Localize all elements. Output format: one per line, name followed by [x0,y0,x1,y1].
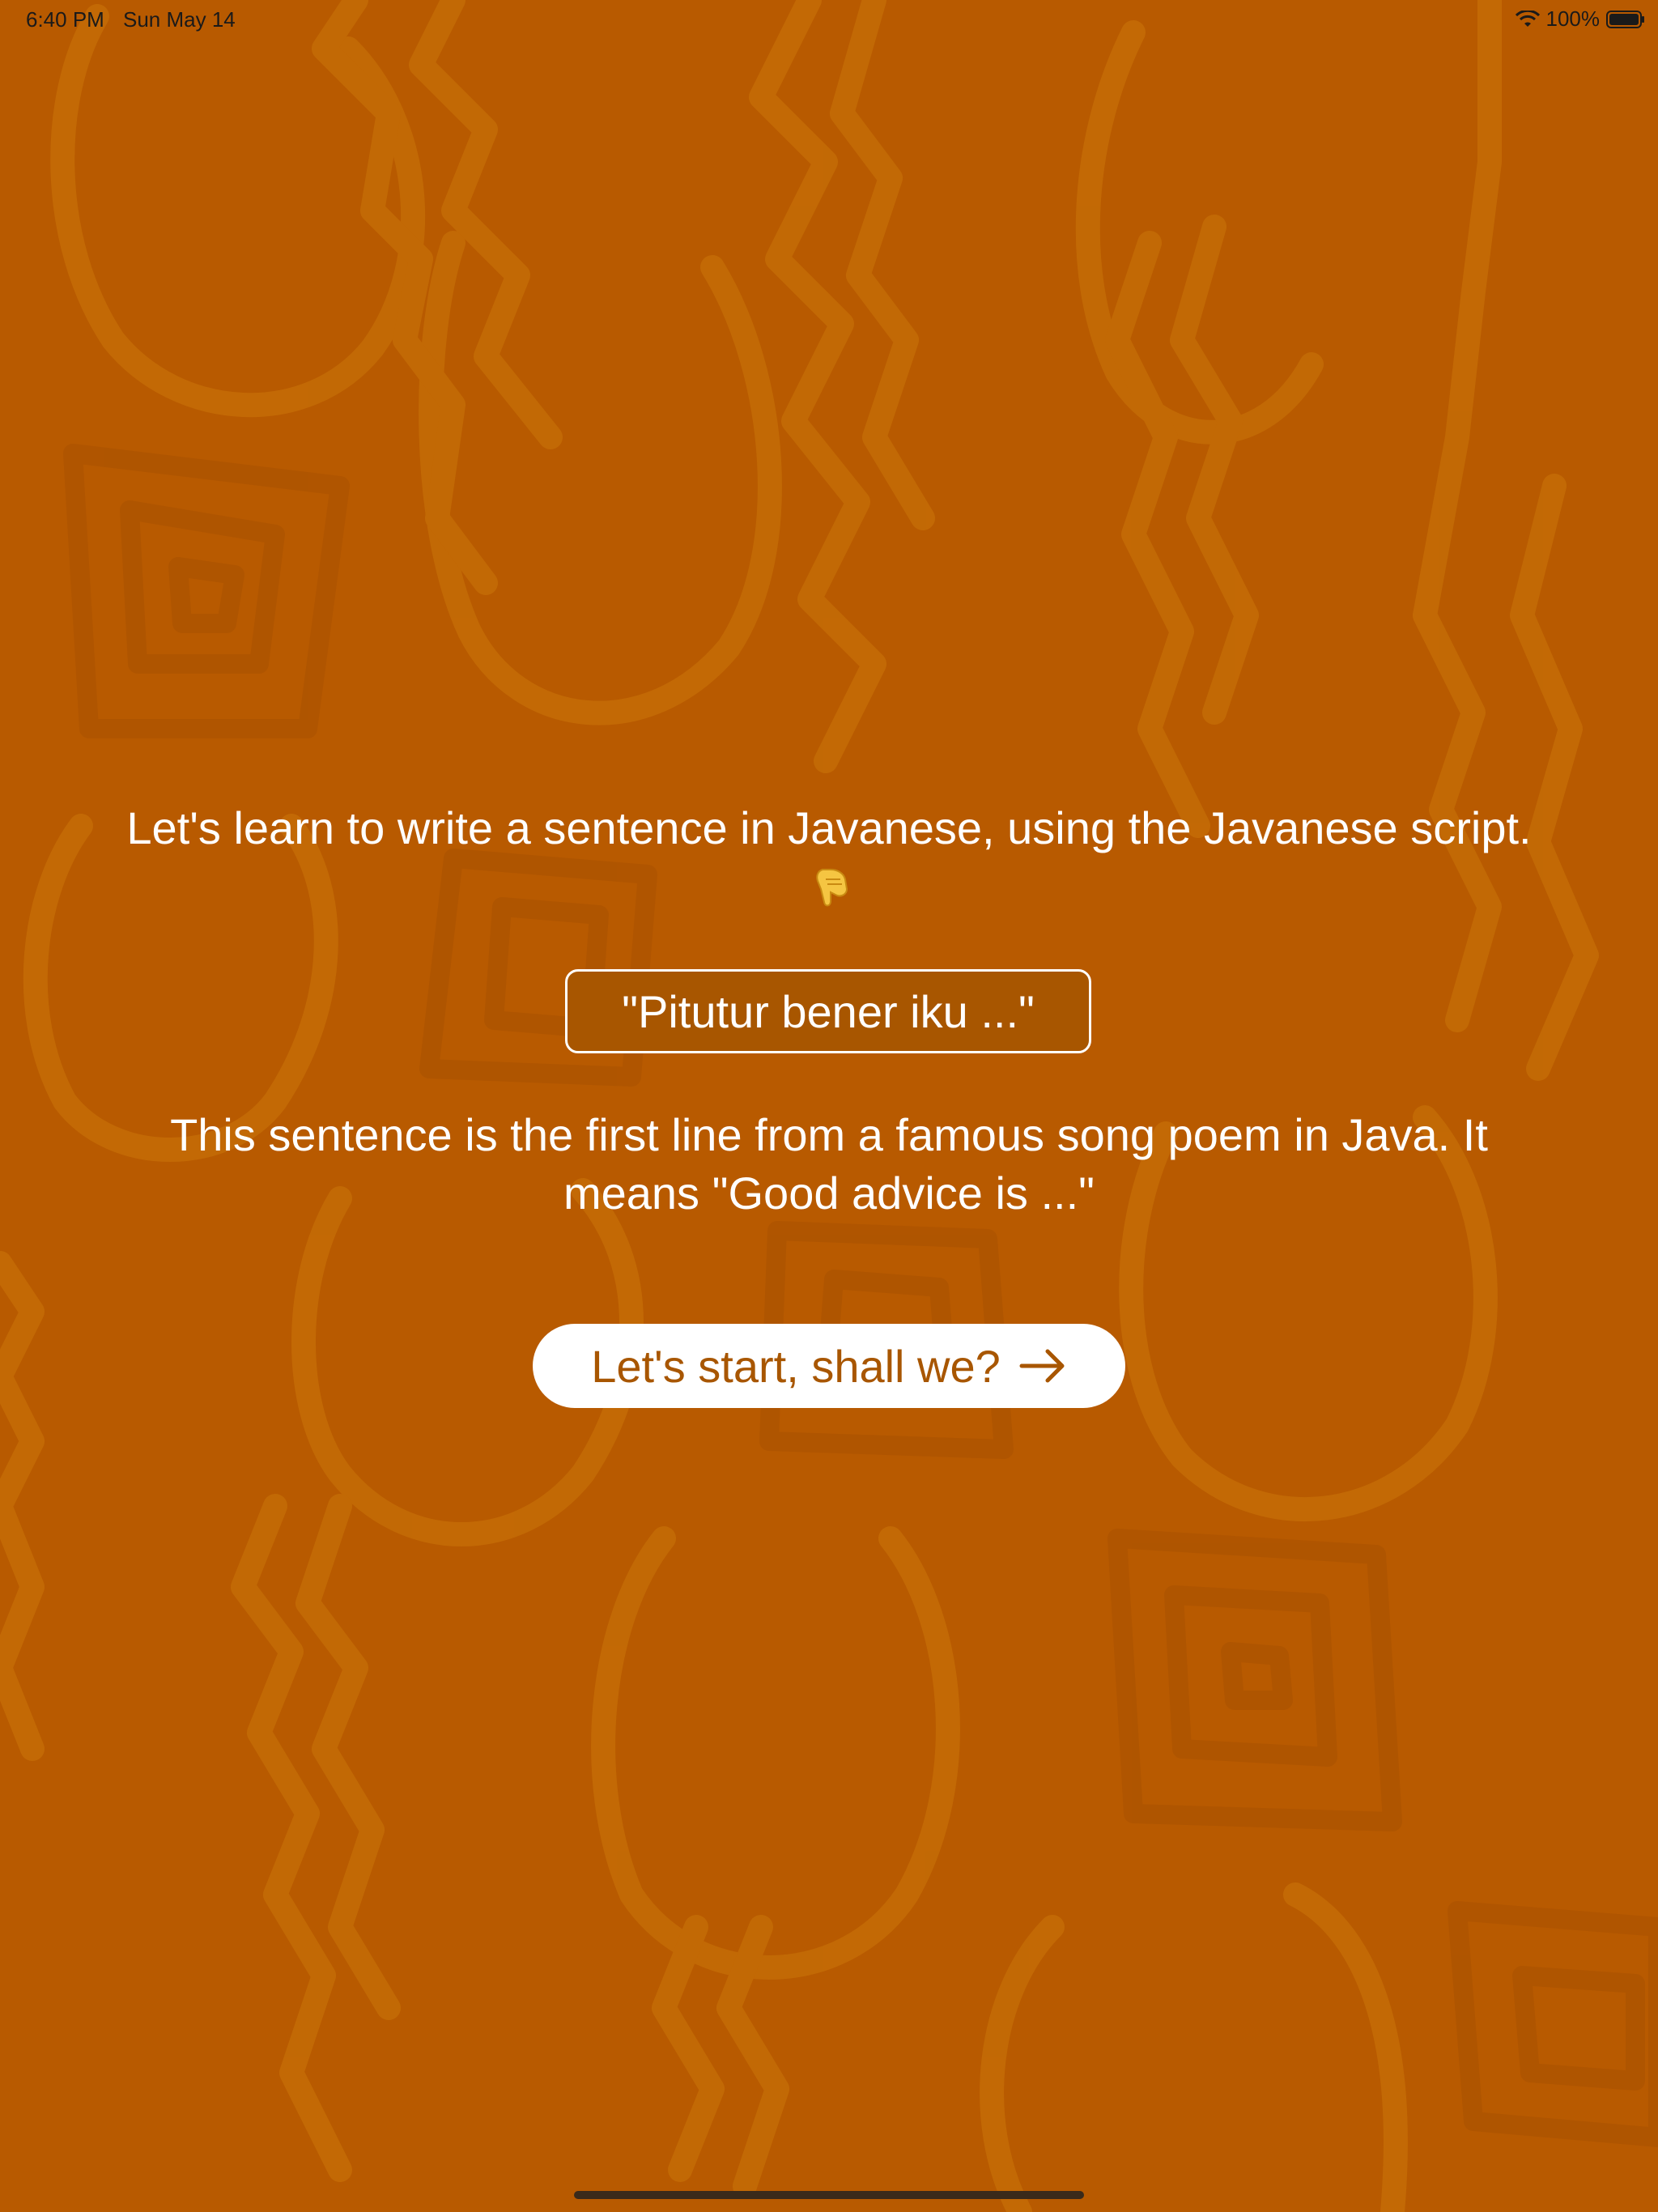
sentence-card: "Pitutur bener iku ..." [565,969,1091,1053]
status-time: 6:40 PM [26,7,104,32]
intro-text: Let's learn to write a sentence in Javan… [126,802,1532,853]
arrow-right-icon [1019,1349,1065,1383]
pointing-down-hand-icon [816,869,848,907]
explanation-text: This sentence is the first line from a f… [141,1106,1517,1223]
status-date: Sun May 14 [123,7,236,32]
home-indicator[interactable] [574,2191,1084,2199]
sentence-text: "Pitutur bener iku ..." [622,985,1035,1037]
app-screen: 6:40 PM Sun May 14 100% Let's learn to w… [0,0,1658,2212]
explanation-line-2: means "Good advice is ..." [563,1168,1095,1219]
start-button[interactable]: Let's start, shall we? [533,1324,1125,1408]
status-bar: 6:40 PM Sun May 14 100% [0,0,1658,39]
battery-full-icon [1606,10,1644,28]
start-button-label: Let's start, shall we? [591,1340,1001,1392]
explanation-line-1: This sentence is the first line from a f… [170,1109,1488,1160]
battery-percent: 100% [1545,6,1601,31]
status-indicators: 100% [1515,6,1646,32]
wifi-icon [1515,10,1540,27]
